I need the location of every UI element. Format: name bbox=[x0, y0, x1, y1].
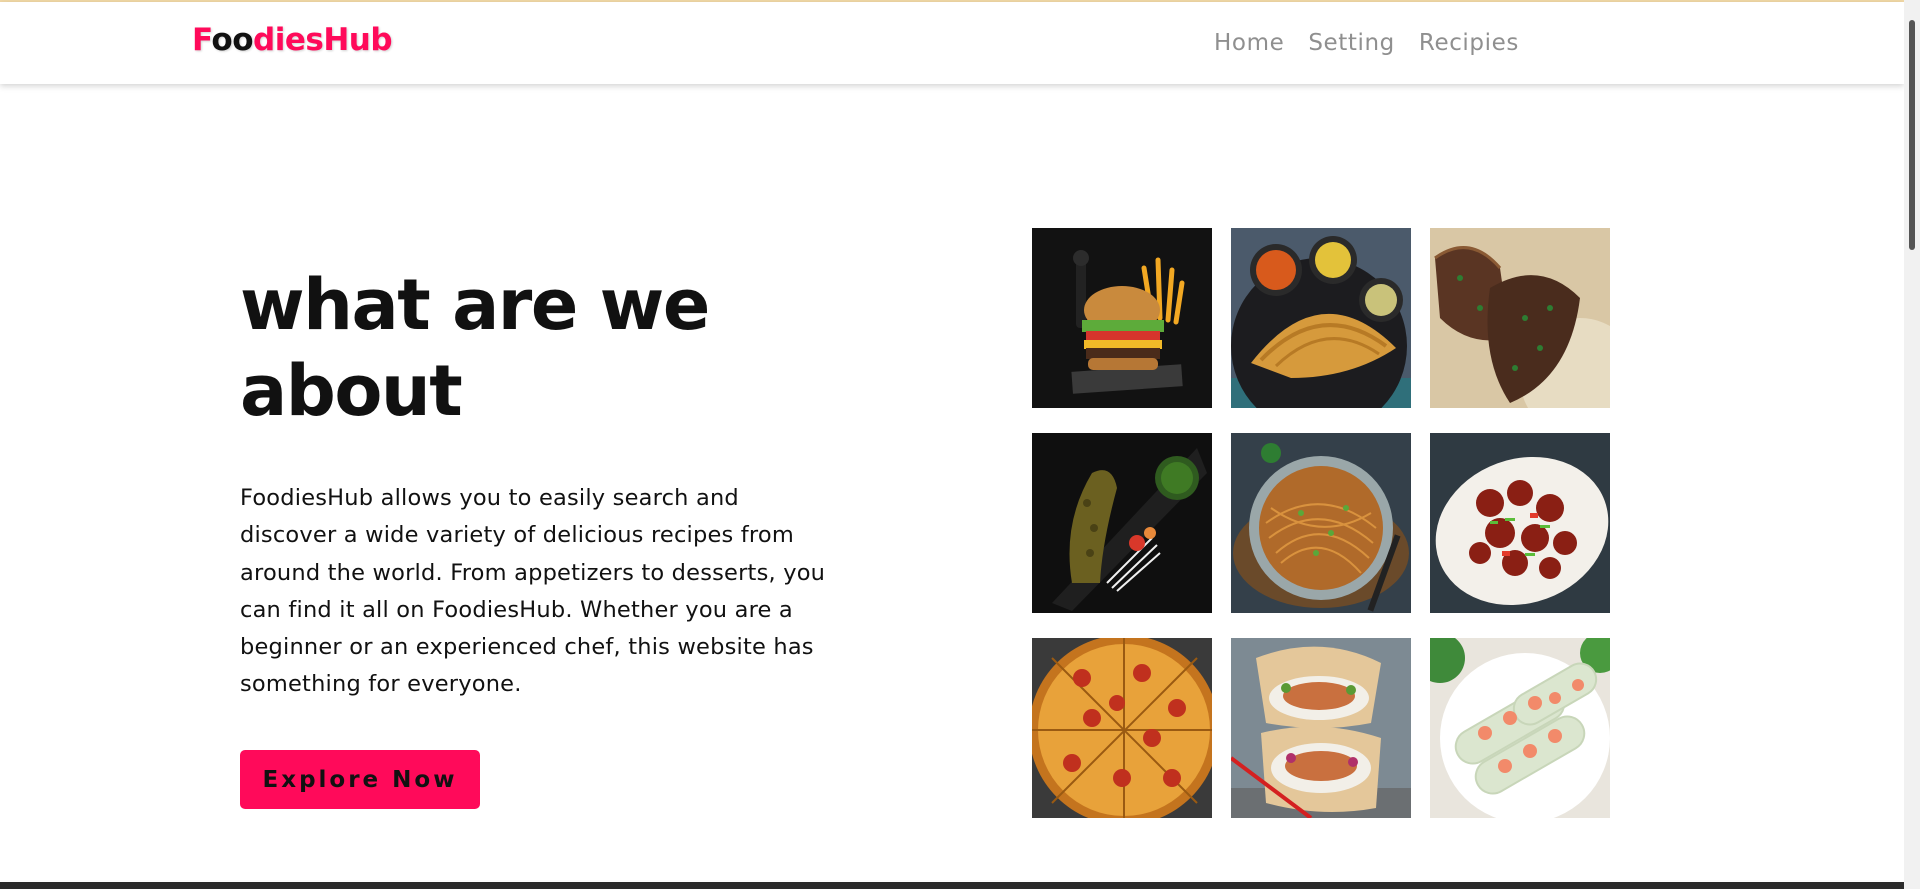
footer-edge bbox=[0, 882, 1920, 889]
gallery-image-grilled-fish bbox=[1430, 228, 1610, 408]
gallery-image-dosa bbox=[1231, 228, 1411, 408]
brand-logo-oo: oo bbox=[211, 22, 254, 58]
about-description: FoodiesHub allows you to easily search a… bbox=[240, 485, 826, 698]
brand-logo-suffix: diesHub bbox=[253, 22, 393, 58]
gallery-image-wrap bbox=[1231, 638, 1411, 818]
food-gallery bbox=[1032, 228, 1612, 818]
gallery-image-spring-rolls bbox=[1430, 638, 1610, 818]
brand-logo-prefix: F bbox=[192, 22, 212, 58]
gallery-image-pizza bbox=[1032, 638, 1212, 818]
gallery-image-seekh-kebab bbox=[1032, 433, 1212, 613]
gallery-image-noodles bbox=[1231, 433, 1411, 613]
about-heading-line2: about bbox=[240, 350, 463, 432]
navbar: FoodiesHub Home Setting Recipies bbox=[0, 2, 1904, 84]
scrollbar-thumb[interactable] bbox=[1909, 20, 1915, 250]
explore-now-button[interactable]: Explore Now bbox=[240, 750, 480, 809]
nav-link-setting[interactable]: Setting bbox=[1308, 30, 1395, 56]
about-heading-line1: what are we bbox=[240, 264, 710, 346]
about-heading: what are we about bbox=[240, 262, 760, 434]
nav-link-recipies[interactable]: Recipies bbox=[1419, 30, 1519, 56]
gallery-image-chilli-chicken bbox=[1430, 433, 1610, 613]
nav-link-home[interactable]: Home bbox=[1214, 30, 1284, 56]
page-scrollbar[interactable] bbox=[1904, 0, 1920, 889]
brand-logo[interactable]: FoodiesHub bbox=[192, 22, 393, 58]
main-nav: Home Setting Recipies bbox=[1214, 30, 1519, 56]
gallery-image-burger bbox=[1032, 228, 1212, 408]
